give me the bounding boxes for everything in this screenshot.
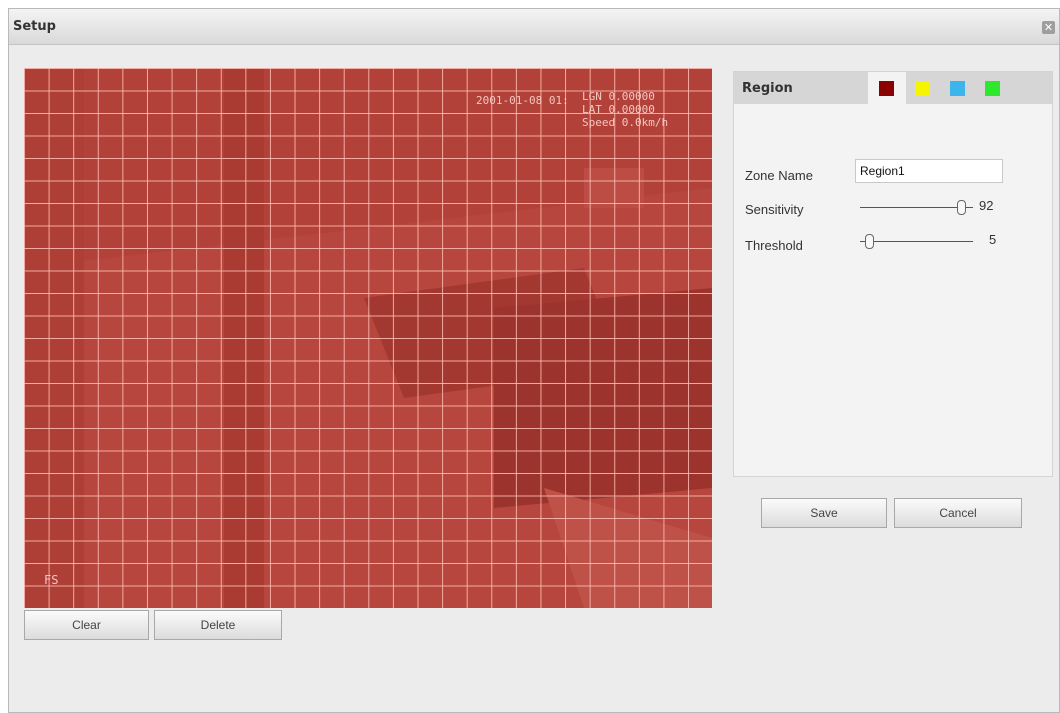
motion-region-overlay[interactable] bbox=[24, 68, 712, 608]
video-preview-region-grid[interactable]: 2001-01-08 01: LGN 0.00000 LAT 0.00000 S… bbox=[24, 68, 712, 608]
region-color-blue[interactable] bbox=[950, 81, 965, 96]
region-color-yellow[interactable] bbox=[915, 81, 930, 96]
sensitivity-thumb[interactable] bbox=[957, 200, 966, 215]
region-title: Region bbox=[742, 81, 793, 96]
setup-dialog: Setup ✕ 2001-01-08 01: LGN 0.00000 LAT 0… bbox=[8, 8, 1060, 713]
threshold-label: Threshold bbox=[745, 238, 803, 253]
sensitivity-value: 92 bbox=[979, 198, 994, 213]
zone-name-input[interactable]: Region1 bbox=[855, 159, 1003, 183]
close-icon[interactable]: ✕ bbox=[1042, 21, 1055, 34]
region-header: Region bbox=[734, 72, 1052, 104]
delete-button[interactable]: Delete bbox=[154, 610, 282, 640]
sensitivity-slider[interactable] bbox=[860, 198, 973, 218]
region-settings-panel: Region Zone Name Region1 Sensitivity 92 … bbox=[733, 71, 1053, 477]
title-bar: Setup ✕ bbox=[9, 9, 1059, 45]
osd-gps: LGN 0.00000 LAT 0.00000 Speed 0.0km/h bbox=[582, 90, 669, 129]
threshold-slider[interactable] bbox=[860, 232, 973, 252]
region-color-red[interactable] bbox=[879, 81, 894, 96]
save-button[interactable]: Save bbox=[761, 498, 887, 528]
osd-timestamp: 2001-01-08 01: bbox=[476, 94, 569, 107]
threshold-value: 5 bbox=[989, 232, 997, 247]
clear-button[interactable]: Clear bbox=[24, 610, 149, 640]
osd-corner-label: FS bbox=[44, 573, 59, 587]
zone-name-label: Zone Name bbox=[745, 168, 813, 183]
threshold-track bbox=[860, 241, 973, 242]
cancel-button[interactable]: Cancel bbox=[894, 498, 1022, 528]
sensitivity-label: Sensitivity bbox=[745, 202, 804, 217]
threshold-thumb[interactable] bbox=[865, 234, 874, 249]
dialog-title: Setup bbox=[13, 19, 56, 34]
region-color-green[interactable] bbox=[985, 81, 1000, 96]
